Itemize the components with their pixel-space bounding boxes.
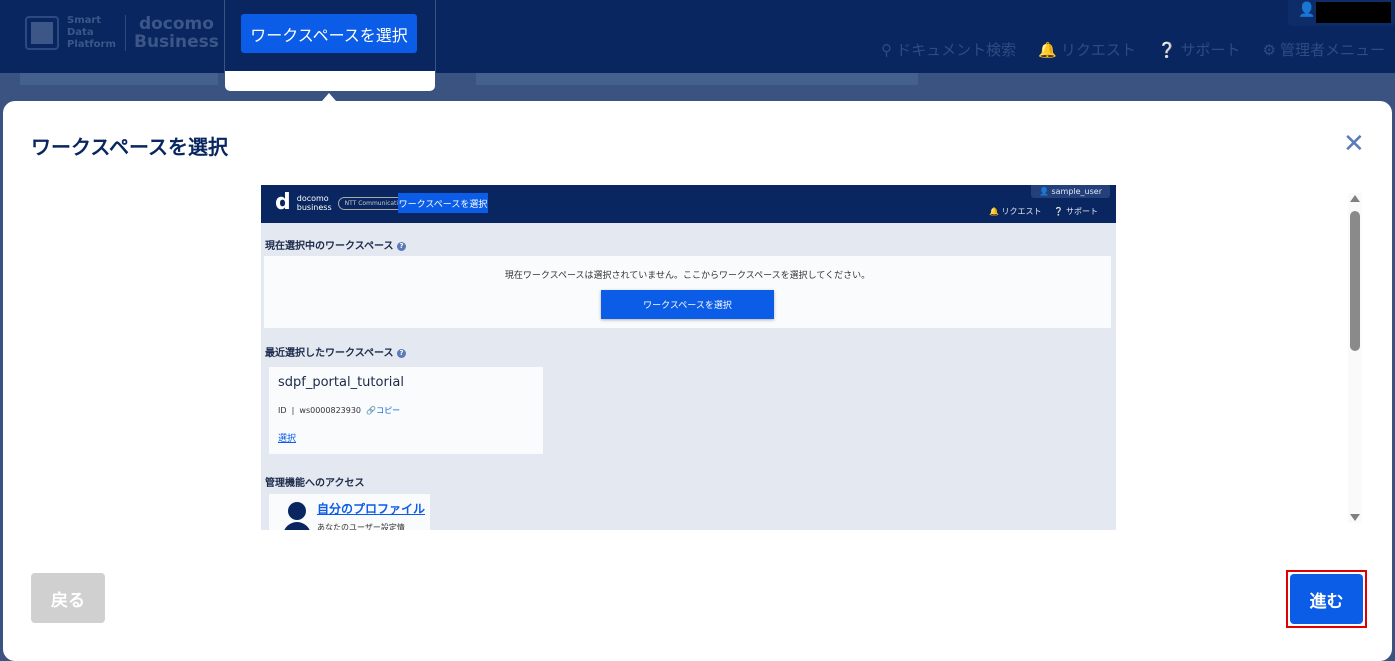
bell-icon: 🔔 bbox=[1038, 41, 1057, 59]
nav-label: ドキュメント検索 bbox=[896, 41, 1017, 59]
help-icon: ❔ bbox=[1157, 41, 1177, 59]
logo-divider bbox=[125, 15, 126, 51]
nav-label: リクエスト bbox=[1060, 41, 1136, 59]
app-header: Smart Data Platform docomo Business 👤 ⚲ ド… bbox=[0, 0, 1395, 73]
back-button[interactable]: 戻る bbox=[31, 573, 105, 623]
id-value: ws0000823930 bbox=[299, 406, 362, 415]
header-nav: ⚲ ドキュメント検索 🔔 リクエスト ❔ サポート ⚙ 管理者メニュー bbox=[881, 39, 1385, 60]
scroll-down-icon[interactable] bbox=[1350, 514, 1360, 521]
heading-text: 現在選択中のワークスペース bbox=[265, 241, 394, 252]
gear-icon: ⚙ bbox=[1262, 41, 1276, 59]
shot-profile-card: 自分のプロファイル あなたのユーザー設定情 bbox=[269, 494, 430, 530]
shot-nav-support: ❔ サポート bbox=[1053, 206, 1098, 217]
shot-user: 👤 sample_user bbox=[1030, 185, 1110, 198]
shot-current-card: 現在ワークスペースは選択されていません。ここからワークスペースを選択してください… bbox=[264, 256, 1111, 328]
nav-document-search[interactable]: ⚲ ドキュメント検索 bbox=[881, 39, 1016, 60]
shot-workspace-button: ワークスペースを選択 bbox=[398, 193, 488, 213]
shot-select-link: 選択 bbox=[278, 434, 297, 444]
avatar-icon bbox=[283, 502, 311, 530]
shot-recent-workspace-card: sdpf_portal_tutorial ID | ws0000823930 🔗… bbox=[269, 367, 543, 454]
nav-label: 管理者メニュー bbox=[1279, 41, 1385, 59]
shot-workspace-name: sdpf_portal_tutorial bbox=[278, 375, 405, 390]
id-label: ID bbox=[278, 406, 287, 415]
logo-docomo-business: docomo Business bbox=[134, 15, 219, 51]
shot-nav-label: リクエスト bbox=[1001, 207, 1042, 216]
workspace-select-button[interactable]: ワークスペースを選択 bbox=[241, 14, 417, 53]
tutorial-modal: ワークスペースを選択 ✕ d docomo business NTT Communi… bbox=[3, 101, 1392, 661]
scroll-up-icon[interactable] bbox=[1350, 195, 1360, 202]
background-panel bbox=[476, 73, 918, 85]
copy-label: コピー bbox=[376, 406, 401, 415]
nav-support[interactable]: ❔ サポート bbox=[1158, 39, 1241, 60]
scrollbar-thumb[interactable] bbox=[1350, 211, 1360, 351]
shot-select-workspace-button: ワークスペースを選択 bbox=[601, 290, 774, 319]
shot-current-message: 現在ワークスペースは選択されていません。ここからワークスペースを選択してください… bbox=[504, 271, 871, 281]
next-button[interactable]: 進む bbox=[1290, 574, 1363, 624]
shot-header: d docomo business NTT Communications ワークスペ… bbox=[261, 185, 1116, 223]
logo: Smart Data Platform docomo Business bbox=[25, 15, 219, 51]
help-icon: ❔ bbox=[1053, 207, 1064, 216]
sdp-logo-icon bbox=[25, 16, 59, 50]
popover-arrow bbox=[322, 93, 336, 101]
logo-docomo: docomo bbox=[138, 14, 214, 34]
scrollbar[interactable] bbox=[1348, 193, 1362, 523]
heading-text: 最近選択したワークスペース bbox=[265, 348, 394, 359]
shot-logo: d docomo business NTT Communications bbox=[275, 192, 416, 214]
bell-icon: 🔔 bbox=[988, 207, 999, 216]
search-icon: ⚲ bbox=[881, 41, 893, 59]
nav-label: サポート bbox=[1180, 41, 1241, 59]
logo-sdp-text: Smart Data Platform bbox=[67, 15, 116, 50]
shot-workspace-id: ID | ws0000823930 🔗コピー bbox=[278, 406, 401, 415]
shot-profile-desc: あなたのユーザー設定情 bbox=[317, 523, 405, 530]
copy-link: 🔗コピー bbox=[366, 406, 401, 415]
shot-current-heading: 現在選択中のワークスペース ? bbox=[265, 237, 406, 252]
shot-nav: 🔔 リクエスト ❔ サポート bbox=[989, 206, 1098, 217]
nav-request[interactable]: 🔔 リクエスト bbox=[1038, 39, 1136, 60]
modal-title: ワークスペースを選択 bbox=[31, 135, 228, 159]
shot-nav-label: サポート bbox=[1066, 207, 1098, 216]
shot-logo-docomo: docomo bbox=[296, 194, 329, 203]
close-icon[interactable]: ✕ bbox=[1343, 131, 1365, 157]
logo-business: Business bbox=[134, 32, 219, 52]
shot-recent-heading: 最近選択したワークスペース ? bbox=[265, 344, 406, 359]
next-button-highlight: 進む bbox=[1286, 570, 1367, 628]
shot-nav-request: 🔔 リクエスト bbox=[989, 206, 1042, 217]
shot-profile-link: 自分のプロファイル bbox=[317, 502, 426, 516]
redacted-username bbox=[1316, 2, 1391, 23]
shot-username: sample_user bbox=[1051, 187, 1102, 196]
shot-admin-heading: 管理機能へのアクセス bbox=[265, 478, 365, 489]
user-menu[interactable]: 👤 bbox=[1288, 0, 1395, 26]
shot-logo-business: business bbox=[296, 203, 332, 212]
background-panel bbox=[20, 73, 218, 85]
nav-admin-menu[interactable]: ⚙ 管理者メニュー bbox=[1263, 39, 1385, 60]
tutorial-screenshot: d docomo business NTT Communications ワークスペ… bbox=[261, 185, 1116, 530]
help-icon: ? bbox=[396, 241, 406, 251]
help-icon: ? bbox=[396, 348, 406, 358]
user-icon: 👤 bbox=[1298, 2, 1316, 18]
